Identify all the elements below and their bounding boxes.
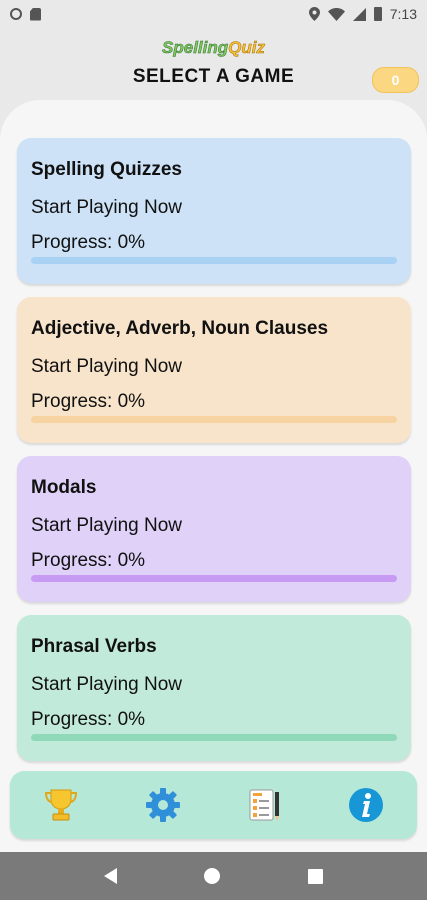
- game-title: Phrasal Verbs: [31, 636, 157, 657]
- game-title: Spelling Quizzes: [31, 159, 182, 180]
- progress-bar: [31, 257, 397, 264]
- game-subtitle: Start Playing Now: [31, 674, 183, 695]
- tests-button[interactable]: [239, 780, 289, 830]
- status-time: 7:13: [389, 6, 417, 22]
- bottom-toolbar: [10, 771, 417, 839]
- game-card-modals[interactable]: Modals Start Playing Now Progress: 0%: [17, 456, 411, 602]
- game-subtitle: Start Playing Now: [31, 197, 183, 218]
- game-progress-text: Progress: 0%: [31, 709, 146, 730]
- sd-card-icon: [30, 7, 41, 21]
- back-icon[interactable]: [103, 868, 117, 884]
- game-progress-text: Progress: 0%: [31, 232, 146, 253]
- location-icon: [308, 7, 320, 21]
- game-progress-text: Progress: 0%: [31, 391, 146, 412]
- wifi-icon: [327, 7, 345, 21]
- battery-icon: [373, 7, 382, 21]
- page-title: SELECT A GAME: [132, 66, 295, 87]
- settings-button[interactable]: [138, 780, 188, 830]
- logo-word-1: Spelling: [162, 38, 229, 58]
- app-logo: SpellingQuiz: [0, 38, 427, 58]
- info-button[interactable]: [341, 780, 391, 830]
- progress-bar: [31, 575, 397, 582]
- system-nav-bar: [0, 852, 427, 900]
- game-list: Spelling Quizzes Start Playing Now Progr…: [0, 100, 427, 852]
- leaderboard-button[interactable]: [36, 780, 86, 830]
- status-bar: 7:13: [0, 0, 427, 28]
- game-subtitle: Start Playing Now: [31, 356, 183, 377]
- test-icon: [249, 789, 280, 821]
- progress-bar: [31, 416, 397, 423]
- circle-icon: [10, 8, 22, 20]
- game-card-phrasal-verbs[interactable]: Phrasal Verbs Start Playing Now Progress…: [17, 615, 411, 761]
- progress-bar: [31, 734, 397, 741]
- gear-icon: [145, 788, 180, 822]
- recents-icon[interactable]: [308, 868, 324, 884]
- trophy-icon: [44, 789, 77, 821]
- coin-badge[interactable]: 0: [372, 67, 419, 93]
- game-card-clauses[interactable]: Adjective, Adverb, Noun Clauses Start Pl…: [17, 297, 411, 443]
- signal-icon: [352, 7, 366, 21]
- info-icon: [349, 788, 384, 822]
- game-subtitle: Start Playing Now: [31, 515, 183, 536]
- game-title: Modals: [31, 477, 97, 498]
- game-title: Adjective, Adverb, Noun Clauses: [31, 318, 329, 339]
- game-card-spelling-quizzes[interactable]: Spelling Quizzes Start Playing Now Progr…: [17, 138, 411, 284]
- home-icon[interactable]: [204, 868, 221, 884]
- game-progress-text: Progress: 0%: [31, 550, 146, 571]
- logo-word-2: Quiz: [228, 38, 265, 58]
